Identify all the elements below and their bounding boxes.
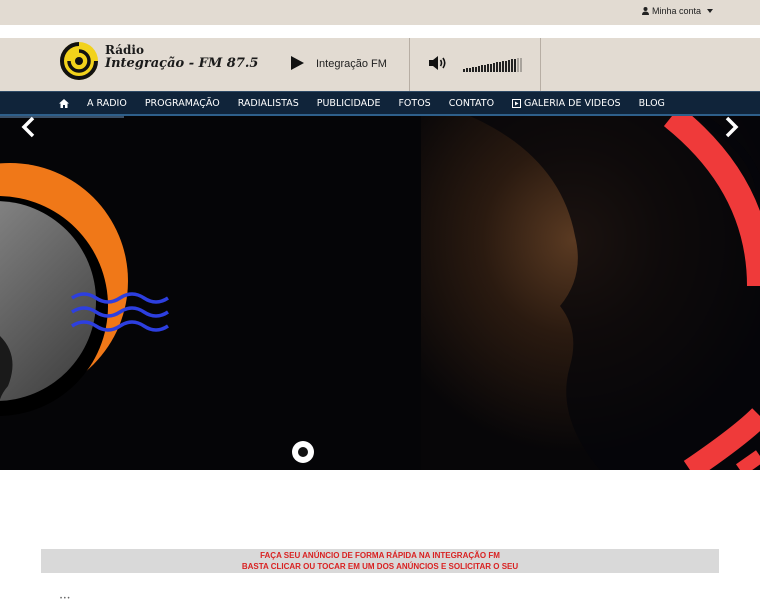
top-bar: Minha conta (0, 0, 760, 25)
volume-bar (514, 58, 516, 72)
volume-bar (496, 62, 498, 72)
ad-line-2: BASTA CLICAR OU TOCAR EM UM DOS ANÚNCIOS… (241, 562, 519, 571)
volume-bar (478, 66, 480, 72)
divider (540, 38, 541, 91)
volume-bar (472, 67, 474, 72)
nav-item-fotos[interactable]: FOTOS (398, 98, 430, 109)
volume-bar (499, 61, 501, 72)
chevron-down-icon (707, 9, 713, 13)
volume-bar (487, 64, 489, 72)
divider (409, 38, 410, 91)
volume-bar (484, 64, 486, 72)
nav-item-galeria-de-videos[interactable]: GALERIA DE VIDEOS (512, 98, 621, 109)
next-slide-icon[interactable] (722, 116, 740, 138)
brand-name[interactable]: Rádio Integração - FM 87.5 (105, 43, 258, 71)
volume-bar (502, 61, 504, 72)
nav-item-radialistas[interactable]: RADIALISTAS (238, 98, 299, 109)
volume-bar (481, 65, 483, 72)
volume-bar (466, 68, 468, 72)
user-icon (641, 7, 649, 15)
nav-item-a-radio[interactable]: A RADIO (87, 98, 127, 109)
site-header: Rádio Integração - FM 87.5 Integração FM (0, 38, 760, 91)
radio-logo[interactable] (58, 40, 100, 82)
ad-carousel-dots: • • • (60, 596, 70, 602)
nav-item-programacao[interactable]: PROGRAMAÇÃO (145, 98, 220, 109)
volume-bar (490, 63, 492, 72)
hero-slider (0, 116, 760, 470)
brand-line-2: Integração - FM 87.5 (105, 56, 259, 71)
player-station-name: Integração FM (316, 58, 387, 70)
volume-bar (505, 60, 507, 72)
volume-slider[interactable] (463, 57, 522, 72)
nav-item-home[interactable] (59, 99, 69, 108)
video-icon (512, 99, 522, 108)
volume-bar (493, 63, 495, 72)
volume-bar (517, 58, 519, 72)
play-icon[interactable] (291, 56, 304, 70)
nav-item-publicidade[interactable]: PUBLICIDADE (317, 98, 381, 109)
nav-item-contato[interactable]: CONTATO (449, 98, 494, 109)
prev-slide-icon[interactable] (20, 116, 38, 138)
home-icon (59, 99, 69, 108)
volume-bar (475, 66, 477, 72)
slider-indicator[interactable] (292, 441, 314, 463)
ad-line-1: FAÇA SEU ANÚNCIO DE FORMA RÁPIDA NA INTE… (260, 551, 500, 560)
main-nav: A RADIO PROGRAMAÇÃO RADIALISTAS PUBLICID… (0, 91, 760, 116)
volume-bar (511, 59, 513, 72)
volume-bar (469, 67, 471, 72)
nav-item-blog[interactable]: BLOG (639, 98, 665, 109)
volume-bar (508, 60, 510, 72)
account-label: Minha conta (651, 6, 701, 16)
account-menu[interactable]: Minha conta (641, 6, 713, 16)
volume-icon[interactable] (428, 55, 448, 71)
volume-bar (520, 57, 522, 72)
slide-image (0, 116, 760, 470)
ad-banner[interactable]: FAÇA SEU ANÚNCIO DE FORMA RÁPIDA NA INTE… (41, 549, 719, 573)
brand-line-1: Rádio (105, 43, 144, 57)
volume-bar (463, 69, 465, 72)
